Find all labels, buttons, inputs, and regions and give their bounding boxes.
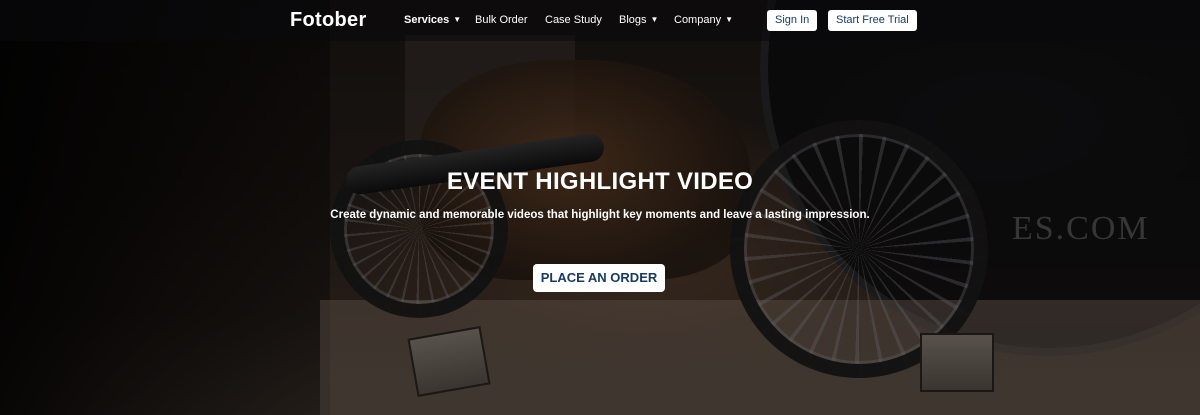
nav-item-blogs[interactable]: Blogs ▼ bbox=[619, 14, 658, 26]
nav-item-services[interactable]: Services ▼ bbox=[404, 14, 461, 26]
place-order-button[interactable]: PLACE AN ORDER bbox=[533, 264, 665, 292]
hero-section: ES.COM Fotober Services ▼ Bulk Order Case… bbox=[0, 0, 1200, 415]
top-navbar: Fotober Services ▼ Bulk Order Case Study … bbox=[0, 0, 1200, 41]
nav-item-label: Bulk Order bbox=[475, 14, 528, 26]
page-title: EVENT HIGHLIGHT VIDEO bbox=[446, 168, 754, 195]
nav-item-company[interactable]: Company ▼ bbox=[674, 14, 733, 26]
nav-item-label: Case Study bbox=[545, 14, 602, 26]
nav-item-bulk-order[interactable]: Bulk Order bbox=[475, 14, 528, 26]
dark-overlay bbox=[0, 0, 1200, 415]
chevron-down-icon: ▼ bbox=[650, 15, 659, 24]
chevron-down-icon: ▼ bbox=[725, 15, 733, 24]
site-logo[interactable]: Fotober bbox=[290, 9, 367, 32]
nav-item-label: Services bbox=[404, 14, 450, 26]
start-free-trial-button[interactable]: Start Free Trial bbox=[828, 10, 917, 31]
nav-item-label: Company bbox=[674, 14, 722, 26]
page-subtitle: Create dynamic and memorable videos that… bbox=[330, 209, 870, 221]
sign-in-button[interactable]: Sign In bbox=[767, 10, 818, 31]
chevron-down-icon: ▼ bbox=[453, 15, 462, 24]
nav-item-case-study[interactable]: Case Study bbox=[545, 14, 602, 26]
nav-item-label: Blogs bbox=[619, 14, 647, 26]
